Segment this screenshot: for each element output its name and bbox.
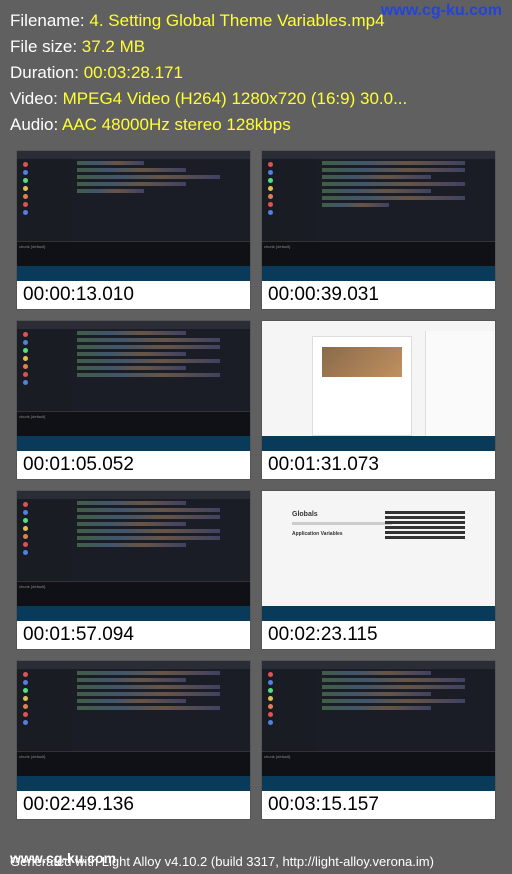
thumbnail-image: Globals Application Variables — [262, 491, 495, 621]
video-row: Video: MPEG4 Video (H264) 1280x720 (16:9… — [10, 86, 502, 112]
filename-label: Filename: — [10, 11, 89, 30]
thumbnail-timestamp: 00:00:39.031 — [262, 281, 495, 309]
thumbnail[interactable]: chunk {default} 00:03:15.157 — [261, 660, 496, 820]
thumbnail[interactable]: chunk {default} 00:00:13.010 — [16, 150, 251, 310]
audio-value: AAC 48000Hz stereo 128kbps — [62, 115, 291, 134]
duration-row: Duration: 00:03:28.171 — [10, 60, 502, 86]
file-info-header: Filename: 4. Setting Global Theme Variab… — [0, 0, 512, 142]
thumbnail-image: chunk {default} — [17, 151, 250, 281]
thumbnail-timestamp: 00:01:57.094 — [17, 621, 250, 649]
filename-value: 4. Setting Global Theme Variables.mp4 — [89, 11, 384, 30]
watermark-bottom: www.cg-ku.com — [10, 850, 116, 866]
duration-label: Duration: — [10, 63, 84, 82]
thumbnail-image: chunk {default} — [17, 321, 250, 451]
filesize-row: File size: 37.2 MB — [10, 34, 502, 60]
duration-value: 00:03:28.171 — [84, 63, 183, 82]
filesize-value: 37.2 MB — [82, 37, 145, 56]
thumbnail-timestamp: 00:03:15.157 — [262, 791, 495, 819]
thumbnail-timestamp: 00:02:23.115 — [262, 621, 495, 649]
thumbnail-image: chunk {default} — [17, 491, 250, 621]
thumbnail[interactable]: Globals Application Variables 00:02:23.1… — [261, 490, 496, 650]
thumbnail-timestamp: 00:00:13.010 — [17, 281, 250, 309]
video-value: MPEG4 Video (H264) 1280x720 (16:9) 30.0.… — [63, 89, 408, 108]
thumbnail-timestamp: 00:01:31.073 — [262, 451, 495, 479]
thumbnail-image: chunk {default} — [17, 661, 250, 791]
audio-row: Audio: AAC 48000Hz stereo 128kbps — [10, 112, 502, 138]
thumbnail-timestamp: 00:01:05.052 — [17, 451, 250, 479]
thumbnail[interactable]: chunk {default} 00:01:57.094 — [16, 490, 251, 650]
thumbnail-image: chunk {default} — [262, 151, 495, 281]
thumbnail-grid: chunk {default} 00:00:13.010 chunk {defa… — [0, 142, 512, 828]
watermark-top: www.cg-ku.com — [381, 2, 502, 20]
audio-label: Audio: — [10, 115, 62, 134]
thumbnail[interactable]: 00:01:31.073 — [261, 320, 496, 480]
thumbnail[interactable]: chunk {default} 00:00:39.031 — [261, 150, 496, 310]
thumbnail-image — [262, 321, 495, 451]
video-label: Video: — [10, 89, 63, 108]
thumbnail[interactable]: chunk {default} 00:01:05.052 — [16, 320, 251, 480]
thumbnail[interactable]: chunk {default} 00:02:49.136 — [16, 660, 251, 820]
filesize-label: File size: — [10, 37, 82, 56]
thumbnail-image: chunk {default} — [262, 661, 495, 791]
thumbnail-timestamp: 00:02:49.136 — [17, 791, 250, 819]
